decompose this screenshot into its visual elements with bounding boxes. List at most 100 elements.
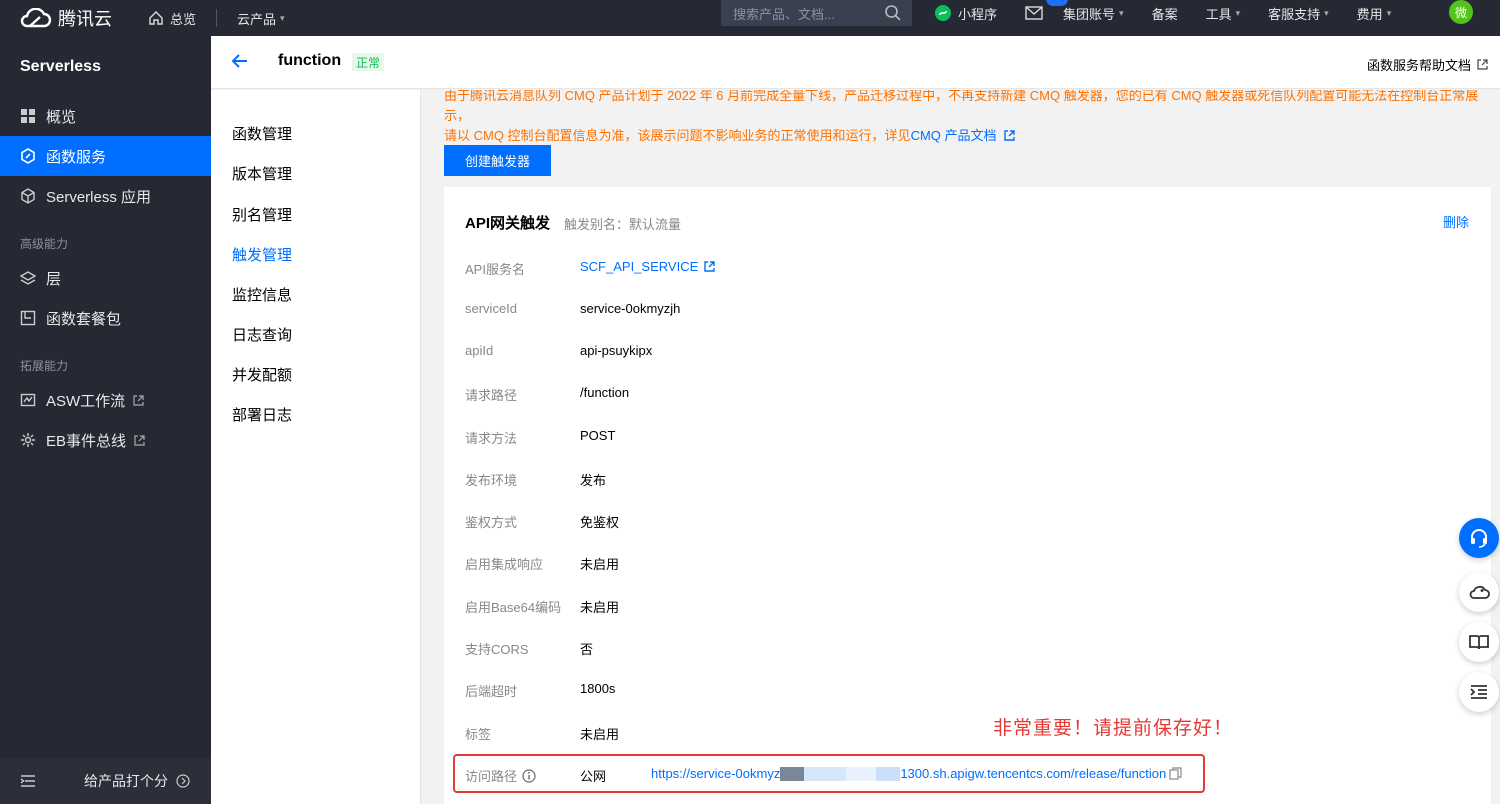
copy-icon[interactable] [1169, 767, 1182, 780]
tab-concurrency-quota[interactable]: 并发配额 [232, 364, 292, 385]
chevron-down-icon: ▾ [1235, 7, 1241, 18]
workflow-icon [20, 392, 36, 408]
chevron-down-icon: ▾ [1386, 7, 1392, 18]
arrow-left-icon[interactable] [231, 52, 249, 70]
cmq-doc-label: CMQ 产品文档 [910, 128, 997, 143]
field-label: 请求方法 [465, 431, 518, 446]
sidebar-group-advanced: 高级能力 [20, 237, 69, 251]
sidebar-title: Serverless [20, 58, 101, 75]
field-label: apiId [465, 343, 494, 358]
beian-label: 备案 [1151, 6, 1178, 22]
tab-log-query[interactable]: 日志查询 [232, 324, 292, 345]
docs-button[interactable] [1459, 622, 1499, 662]
rate-product-label: 给产品打个分 [84, 773, 168, 789]
message-button[interactable] [1025, 6, 1043, 20]
field-value: 未启用 [580, 600, 620, 615]
sidebar-item-function-service[interactable]: 函数服务 [0, 136, 211, 176]
url-start: https://service-0okmyz [651, 766, 781, 781]
help-doc-link[interactable]: 函数服务帮助文档 [1367, 55, 1488, 74]
chevron-down-icon: ▾ [1324, 7, 1329, 18]
menu-list-button[interactable] [1459, 672, 1499, 712]
access-path-label: 访问路径 [465, 766, 536, 785]
field-value: service-0okmyzjh [580, 301, 681, 316]
sidebar-item-asw-workflow[interactable]: ASW工作流 [0, 380, 211, 420]
info-icon[interactable] [522, 768, 536, 783]
field-label: 启用Base64编码 [465, 600, 562, 615]
page-header: function 正常 函数服务帮助文档 [211, 36, 1500, 89]
function-name: function [278, 52, 342, 69]
tools-menu[interactable]: 工具 ▾ [1206, 4, 1241, 23]
sidebar-item-label: 函数套餐包 [46, 310, 122, 328]
cloud-logo-icon [20, 8, 52, 28]
cmq-doc-link[interactable]: CMQ 产品文档 [911, 128, 1016, 143]
field-label: 标签 [465, 727, 492, 742]
field-value: /function [580, 385, 630, 400]
field-label: serviceId [465, 301, 518, 316]
top-right-menu: 小程序 集团账号 ▾ 备案 工具 ▾ 客服支持 ▾ 费用 ▾ [934, 0, 1419, 26]
sidebar-item-label: 层 [46, 270, 62, 288]
status-badge: 正常 [352, 53, 385, 71]
field-value: 否 [580, 642, 594, 657]
search-input[interactable]: 搜索产品、文档... [721, 0, 912, 26]
search-placeholder: 搜索产品、文档... [733, 6, 835, 22]
rate-product-link[interactable]: 给产品打个分 [84, 771, 190, 791]
field-value: 未启用 [580, 557, 620, 572]
tab-function-management[interactable]: 函数管理 [232, 123, 292, 144]
products-label: 云产品 [237, 11, 277, 27]
external-link-icon [134, 434, 145, 446]
help-doc-label: 函数服务帮助文档 [1366, 58, 1471, 73]
access-path-text: 访问路径 [465, 769, 518, 784]
delete-trigger-link[interactable]: 删除 [1443, 212, 1469, 231]
api-service-link[interactable]: SCF_API_SERVICE [580, 259, 715, 274]
billing-menu[interactable]: 费用 ▾ [1357, 4, 1392, 23]
group-account-label: 集团账号 [1063, 6, 1116, 22]
field-value: 免鉴权 [580, 515, 620, 530]
customer-service-button[interactable] [1459, 518, 1499, 558]
support-menu[interactable]: 客服支持 ▾ [1268, 4, 1329, 23]
eventbus-icon [20, 432, 36, 448]
brand-logo[interactable]: 腾讯云 [0, 5, 132, 31]
field-value: 未启用 [580, 727, 620, 742]
tab-deploy-log[interactable]: 部署日志 [232, 404, 292, 425]
sidebar-item-layers[interactable]: 层 [0, 258, 211, 298]
mini-program-link[interactable]: 小程序 [934, 4, 997, 23]
home-link[interactable]: 总览 [148, 9, 196, 28]
mail-icon [1025, 6, 1043, 20]
main-content: 由于腾讯云消息队列 CMQ 产品计划于 2022 年 6 月前完成全量下线，产品… [422, 90, 1500, 804]
sidebar-item-serverless-app[interactable]: Serverless 应用 [0, 176, 211, 216]
sidebar-item-eventbus[interactable]: EB事件总线 [0, 420, 211, 460]
chevron-down-icon: ▾ [1119, 7, 1124, 18]
tab-version-management[interactable]: 版本管理 [232, 163, 292, 184]
search-icon[interactable] [884, 4, 902, 22]
notice-line-1: 由于腾讯云消息队列 CMQ 产品计划于 2022 年 6 月前完成全量下线，产品… [444, 90, 1479, 123]
avatar[interactable]: 微 [1449, 0, 1473, 24]
trigger-type-title: API网关触发 [465, 215, 551, 232]
field-label: API服务名 [465, 262, 525, 277]
tab-alias-management[interactable]: 别名管理 [232, 204, 292, 225]
products-menu[interactable]: 云产品 ▾ [237, 9, 285, 28]
collapse-menu-icon[interactable] [20, 774, 36, 788]
notice-line-2: 请以 CMQ 控制台配置信息为准，该展示问题不影响业务的正常使用和运行，详见CM… [444, 126, 1484, 146]
sidebar-item-label: Serverless 应用 [46, 188, 152, 206]
create-trigger-button[interactable]: 创建触发器 [444, 145, 551, 176]
field-label: 请求路径 [465, 388, 518, 403]
sidebar-item-package[interactable]: 函数套餐包 [0, 298, 211, 338]
tab-trigger-management[interactable]: 触发管理 [232, 244, 292, 265]
external-link-icon [1004, 130, 1015, 141]
cloud-assistant-button[interactable] [1459, 572, 1499, 612]
layers-icon [20, 270, 36, 286]
trigger-alias: 触发别名：默认流量 [564, 217, 682, 232]
notice-text: 请以 CMQ 控制台配置信息为准，该展示问题不影响业务的正常使用和运行，详见 [444, 128, 911, 143]
tab-monitoring[interactable]: 监控信息 [232, 284, 292, 305]
book-icon [1469, 635, 1489, 650]
beian-link[interactable]: 备案 [1152, 4, 1178, 23]
access-url-link[interactable]: https://service-0okmyz 1300.sh.apigw.tenc… [651, 766, 1182, 781]
trigger-card: API网关触发 触发别名：默认流量 删除 API服务名 SCF_API_SERV… [444, 187, 1491, 804]
grid-icon [20, 108, 36, 124]
field-value: POST [580, 428, 616, 443]
divider [216, 9, 218, 27]
tools-label: 工具 [1205, 6, 1232, 22]
external-link-icon [133, 394, 144, 406]
sidebar-item-overview[interactable]: 概览 [0, 96, 211, 136]
group-account-menu[interactable]: 集团账号 ▾ [1063, 4, 1124, 23]
